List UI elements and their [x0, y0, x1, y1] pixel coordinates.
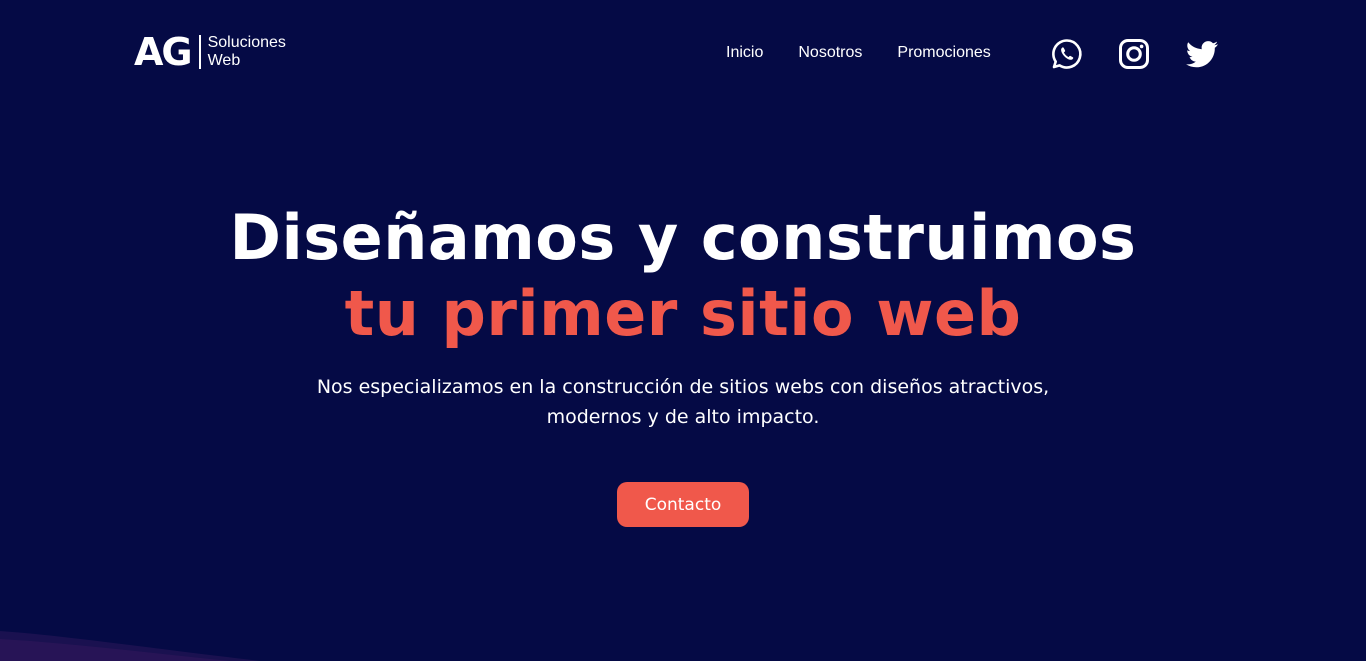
hero-title-line2: tu primer sitio web	[344, 277, 1022, 350]
landing-page: AG Soluciones Web Inicio Nosotros Promoc…	[0, 0, 1366, 661]
logo-text-line1: Soluciones	[207, 34, 286, 51]
hero-title: Diseñamos y construimos tu primer sitio …	[0, 200, 1366, 352]
hero-subtitle: Nos especializamos en la construcción de…	[316, 376, 1050, 428]
brand-logo[interactable]: AG Soluciones Web	[134, 32, 286, 72]
whatsapp-icon[interactable]	[1050, 37, 1084, 71]
hero-title-line1: Diseñamos y construimos	[229, 201, 1137, 274]
twitter-icon[interactable]	[1184, 37, 1218, 71]
site-header: AG Soluciones Web Inicio Nosotros Promoc…	[0, 0, 1366, 110]
logo-text-line2: Web	[207, 52, 241, 69]
decorative-wave	[0, 631, 260, 661]
logo-divider	[198, 35, 201, 69]
nav-link-inicio[interactable]: Inicio	[726, 42, 763, 64]
social-links	[1050, 37, 1218, 71]
nav-link-promociones[interactable]: Promociones	[897, 42, 990, 64]
nav-link-nosotros[interactable]: Nosotros	[798, 42, 862, 64]
main-nav: Inicio Nosotros Promociones	[726, 42, 1026, 64]
logo-text: Soluciones Web	[208, 34, 286, 70]
instagram-icon[interactable]	[1117, 37, 1151, 71]
contact-button[interactable]: Contacto	[617, 482, 749, 527]
logo-mark: AG	[134, 30, 193, 74]
